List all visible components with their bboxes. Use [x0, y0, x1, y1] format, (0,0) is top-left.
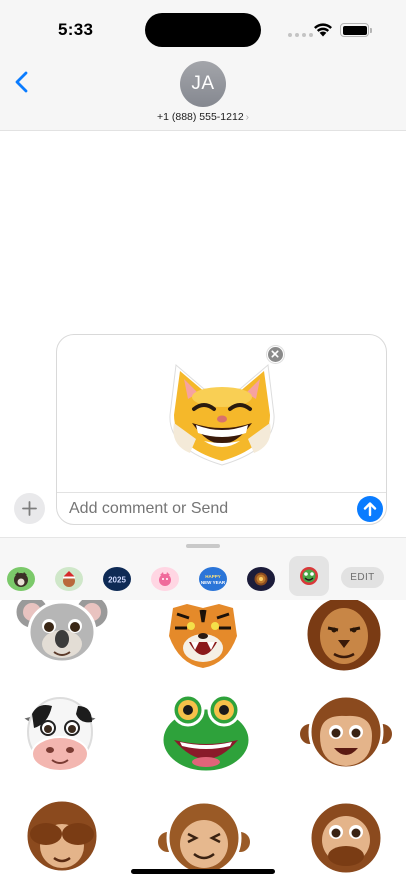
signal-icon [288, 33, 313, 37]
back-chevron-icon[interactable] [12, 70, 34, 94]
sticker-grid [0, 600, 406, 883]
speak-no-evil-monkey-sticker[interactable] [298, 788, 394, 883]
contact-avatar[interactable]: JA [180, 61, 226, 107]
contact-name[interactable]: +1 (888) 555-1212 › [0, 111, 406, 123]
2025-sticker-pack-icon[interactable]: 2025 [103, 567, 131, 591]
status-bar: 5:33 [0, 0, 406, 56]
plus-icon [22, 501, 37, 516]
svg-text:2025: 2025 [108, 576, 126, 585]
lion-sticker[interactable] [296, 600, 392, 674]
sticker-preview-card [56, 334, 387, 525]
home-indicator[interactable] [131, 869, 275, 874]
dog-sticker-pack-icon[interactable] [7, 567, 35, 591]
koala-sticker[interactable] [14, 600, 110, 674]
sticker-pack-tabs: 2025 HAPPY NEW YEAR EDIT [0, 556, 406, 600]
status-time: 5:33 [58, 20, 94, 39]
happy-new-year-sticker-pack-icon[interactable]: HAPPY NEW YEAR [199, 567, 227, 591]
remove-sticker-button[interactable] [267, 346, 284, 363]
animal-faces-sticker-pack-icon[interactable] [289, 556, 329, 596]
sparkle-badge-sticker-pack-icon[interactable] [247, 567, 275, 591]
close-icon [271, 350, 279, 358]
contact-number: +1 (888) 555-1212 [156, 111, 244, 123]
comment-input[interactable] [69, 500, 339, 518]
send-button[interactable] [357, 496, 383, 522]
cow-sticker[interactable] [12, 684, 108, 780]
battery-icon [340, 23, 372, 37]
arrow-up-icon [363, 502, 377, 517]
cat-santa-sticker-pack-icon[interactable] [55, 567, 83, 591]
chevron-right-icon: › [245, 112, 250, 123]
see-no-evil-monkey-sticker[interactable] [14, 788, 110, 883]
svg-text:HAPPY: HAPPY [205, 574, 221, 579]
divider [57, 492, 386, 493]
monkey-sticker[interactable] [298, 684, 394, 780]
dynamic-island [145, 13, 261, 47]
svg-text:NEW YEAR: NEW YEAR [201, 580, 226, 585]
smiling-cat-sticker[interactable] [160, 353, 284, 471]
wifi-icon [314, 23, 332, 37]
edit-stickers-button[interactable]: EDIT [341, 567, 384, 588]
apps-plus-button[interactable] [14, 493, 45, 524]
tray-grabber[interactable] [186, 544, 220, 548]
sticker-tray: 2025 HAPPY NEW YEAR EDIT [0, 537, 406, 883]
tiger-sticker[interactable] [155, 600, 251, 674]
messages-screen: JA +1 (888) 555-1212 › 5:33 Add comment … [0, 0, 406, 883]
pink-dragon-sticker-pack-icon[interactable] [151, 567, 179, 591]
frog-sticker[interactable] [158, 682, 254, 778]
